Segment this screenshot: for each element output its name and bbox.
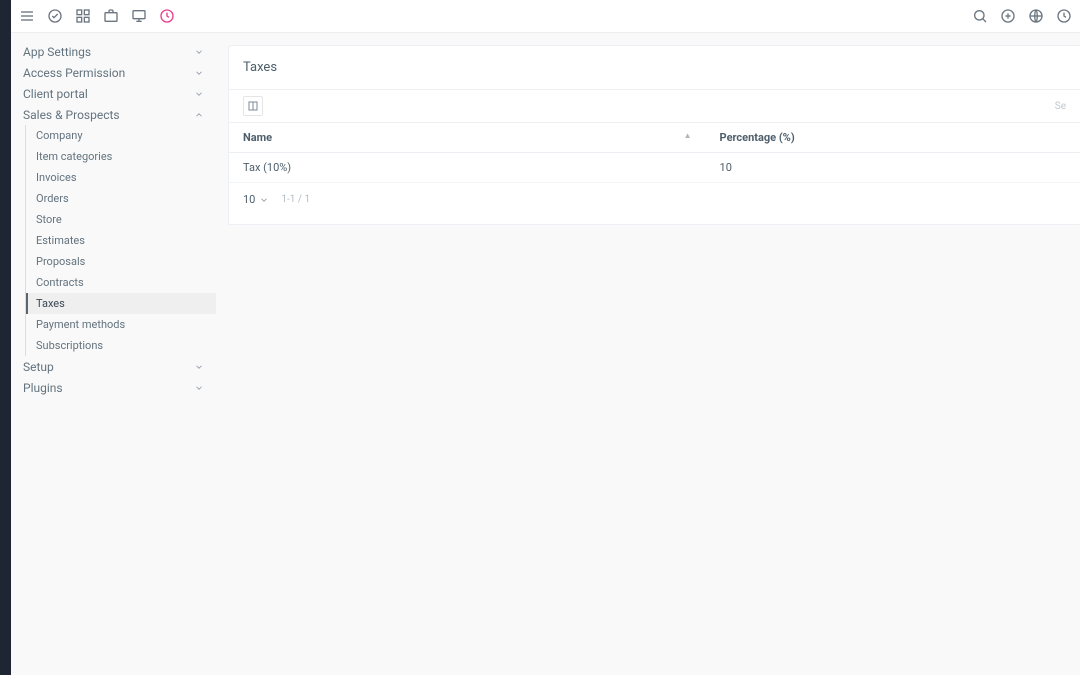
chevron-down-icon bbox=[194, 362, 204, 372]
sidebar-item-estimates[interactable]: Estimates bbox=[26, 230, 216, 251]
globe-icon[interactable] bbox=[1028, 8, 1044, 24]
sort-asc-icon: ▲ bbox=[684, 131, 692, 140]
columns-button[interactable] bbox=[243, 96, 263, 116]
chevron-down-icon bbox=[194, 47, 204, 57]
sidebar-group-label: Sales & Prospects bbox=[23, 108, 120, 122]
briefcase-icon[interactable] bbox=[103, 8, 119, 24]
sidebar-group-label: Access Permission bbox=[23, 66, 125, 80]
cell-name: Tax (10%) bbox=[229, 153, 706, 183]
chevron-down-icon bbox=[194, 89, 204, 99]
column-header-percentage[interactable]: Percentage (%) bbox=[706, 123, 1080, 153]
page-size-select[interactable]: 10 bbox=[243, 193, 269, 206]
sidebar-group-setup[interactable]: Setup bbox=[11, 356, 216, 377]
sidebar-item-proposals[interactable]: Proposals bbox=[26, 251, 216, 272]
add-circle-icon[interactable] bbox=[1000, 8, 1016, 24]
sidebar-subgroup: Company Item categories Invoices Orders … bbox=[25, 125, 216, 356]
clock-in-icon[interactable] bbox=[159, 8, 175, 24]
chevron-down-icon bbox=[259, 195, 269, 205]
table-toolbar: Se bbox=[229, 89, 1080, 123]
search-icon[interactable] bbox=[972, 8, 988, 24]
sidebar-group-label: Plugins bbox=[23, 381, 63, 395]
monitor-icon[interactable] bbox=[131, 8, 147, 24]
sidebar-item-taxes[interactable]: Taxes bbox=[26, 293, 216, 314]
sidebar: App Settings Access Permission Client po… bbox=[11, 0, 216, 675]
topbar bbox=[11, 0, 1080, 33]
table-row[interactable]: Tax (10%) 10 bbox=[229, 153, 1080, 183]
content-card: Taxes Se Name▲ Percentage (%) Tax (10%) … bbox=[228, 45, 1080, 225]
sidebar-item-payment-methods[interactable]: Payment methods bbox=[26, 314, 216, 335]
chevron-down-icon bbox=[194, 68, 204, 78]
sidebar-group-plugins[interactable]: Plugins bbox=[11, 377, 216, 398]
sidebar-group-label: Setup bbox=[23, 360, 54, 374]
main-content: Taxes Se Name▲ Percentage (%) Tax (10%) … bbox=[216, 0, 1080, 675]
menu-icon[interactable] bbox=[19, 8, 35, 24]
sidebar-group-sales-prospects[interactable]: Sales & Prospects bbox=[11, 104, 216, 125]
left-rail bbox=[0, 0, 11, 675]
sidebar-item-orders[interactable]: Orders bbox=[26, 188, 216, 209]
sidebar-item-subscriptions[interactable]: Subscriptions bbox=[26, 335, 216, 356]
chevron-down-icon bbox=[194, 383, 204, 393]
grid-icon[interactable] bbox=[75, 8, 91, 24]
sidebar-item-item-categories[interactable]: Item categories bbox=[26, 146, 216, 167]
sidebar-item-invoices[interactable]: Invoices bbox=[26, 167, 216, 188]
sidebar-item-contracts[interactable]: Contracts bbox=[26, 272, 216, 293]
sidebar-group-label: Client portal bbox=[23, 87, 88, 101]
sidebar-group-app-settings[interactable]: App Settings bbox=[11, 41, 216, 62]
sidebar-item-store[interactable]: Store bbox=[26, 209, 216, 230]
pagination: 10 1-1 / 1 bbox=[229, 183, 1080, 206]
chevron-up-icon bbox=[194, 110, 204, 120]
sidebar-group-client-portal[interactable]: Client portal bbox=[11, 83, 216, 104]
column-header-name[interactable]: Name▲ bbox=[229, 123, 706, 153]
check-circle-icon[interactable] bbox=[47, 8, 63, 24]
sidebar-group-label: App Settings bbox=[23, 45, 91, 59]
data-table: Name▲ Percentage (%) Tax (10%) 10 bbox=[229, 123, 1080, 183]
sidebar-group-access-permission[interactable]: Access Permission bbox=[11, 62, 216, 83]
sidebar-item-company[interactable]: Company bbox=[26, 125, 216, 146]
page-info: 1-1 / 1 bbox=[281, 194, 310, 205]
page-title: Taxes bbox=[229, 60, 1080, 89]
search-input[interactable]: Se bbox=[1055, 101, 1066, 112]
clock-icon[interactable] bbox=[1056, 8, 1072, 24]
cell-percentage: 10 bbox=[706, 153, 1080, 183]
